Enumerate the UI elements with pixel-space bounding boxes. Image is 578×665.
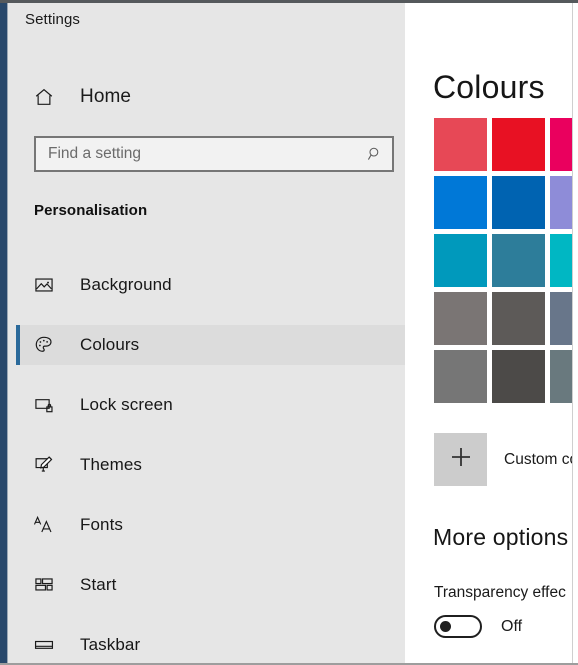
home-icon	[25, 86, 63, 108]
plus-icon	[448, 444, 474, 475]
colour-swatch[interactable]	[550, 176, 572, 229]
colour-swatch[interactable]	[550, 118, 572, 171]
transparency-effects-state: Off	[501, 617, 523, 635]
brush-icon	[25, 454, 63, 476]
colour-swatch-grid	[434, 118, 572, 408]
swatch-row	[434, 292, 572, 345]
more-options-heading: More options	[433, 524, 569, 550]
colour-swatch[interactable]	[492, 234, 545, 287]
sidebar-item-background[interactable]: Background	[16, 265, 405, 305]
sidebar-item-background-label: Background	[80, 275, 172, 294]
window-title: Settings	[25, 11, 80, 28]
colour-swatch[interactable]	[550, 234, 572, 287]
transparency-toggle-row: Off	[434, 615, 522, 638]
fonts-icon	[25, 514, 63, 536]
colour-swatch[interactable]	[550, 292, 572, 345]
swatch-row	[434, 118, 572, 171]
section-heading: Personalisation	[34, 202, 148, 219]
settings-window: Settings Home Personalisation	[0, 0, 578, 665]
selection-indicator	[16, 565, 20, 605]
sidebar-item-lock-screen[interactable]: Lock screen	[16, 385, 405, 425]
swatch-row	[434, 350, 572, 403]
sidebar-item-themes-label: Themes	[80, 455, 143, 474]
colour-swatch[interactable]	[492, 118, 545, 171]
taskbar-icon	[25, 634, 63, 656]
start-tiles-icon	[25, 574, 63, 596]
search-input[interactable]	[36, 139, 358, 169]
colour-swatch[interactable]	[492, 176, 545, 229]
colour-swatch[interactable]	[434, 176, 487, 229]
content-pane: Colours Custom co More options Transpare…	[405, 3, 572, 663]
sidebar-item-colours[interactable]: Colours	[16, 325, 405, 365]
custom-colour-button[interactable]	[434, 433, 487, 486]
sidebar-item-themes[interactable]: Themes	[16, 445, 405, 485]
palette-icon	[25, 334, 63, 356]
sidebar-item-home-label: Home	[80, 86, 132, 107]
sidebar-item-taskbar-label: Taskbar	[80, 635, 141, 654]
window-border-right	[572, 3, 573, 663]
sidebar-item-lock-screen-label: Lock screen	[80, 395, 173, 414]
colour-swatch[interactable]	[434, 118, 487, 171]
search-box[interactable]	[34, 136, 394, 172]
sidebar-item-start[interactable]: Start	[16, 565, 405, 605]
selection-indicator	[16, 265, 20, 305]
swatch-row	[434, 176, 572, 229]
window-border-left	[0, 0, 7, 665]
sidebar: Settings Home Personalisation	[8, 3, 405, 663]
picture-icon	[25, 274, 63, 296]
search-icon[interactable]	[358, 145, 392, 163]
colour-swatch[interactable]	[434, 350, 487, 403]
selection-indicator	[16, 625, 20, 663]
colour-swatch[interactable]	[434, 234, 487, 287]
page-title: Colours	[433, 69, 545, 105]
lock-screen-icon	[25, 394, 63, 416]
window-border-top	[0, 0, 578, 3]
sidebar-item-taskbar[interactable]: Taskbar	[16, 625, 405, 663]
swatch-row	[434, 234, 572, 287]
selection-indicator	[16, 445, 20, 485]
sidebar-item-start-label: Start	[80, 575, 117, 594]
toggle-knob	[440, 621, 451, 632]
sidebar-item-home[interactable]: Home	[16, 77, 397, 117]
selection-indicator	[16, 505, 20, 545]
colour-swatch[interactable]	[550, 350, 572, 403]
sidebar-item-fonts[interactable]: Fonts	[16, 505, 405, 545]
colour-swatch[interactable]	[434, 292, 487, 345]
custom-colour-label: Custom co	[504, 450, 572, 468]
sidebar-item-fonts-label: Fonts	[80, 515, 124, 534]
colour-swatch[interactable]	[492, 292, 545, 345]
colour-swatch[interactable]	[492, 350, 545, 403]
transparency-effects-toggle[interactable]	[434, 615, 482, 638]
custom-colour-row: Custom co	[434, 433, 572, 486]
selection-indicator	[16, 385, 20, 425]
window-border-left-inner	[7, 0, 8, 665]
sidebar-nav-list: Background Colours Lock screen Themes Fo…	[16, 265, 405, 663]
sidebar-item-colours-label: Colours	[80, 335, 140, 354]
selection-indicator	[16, 325, 20, 365]
transparency-effects-label: Transparency effec	[434, 584, 566, 601]
